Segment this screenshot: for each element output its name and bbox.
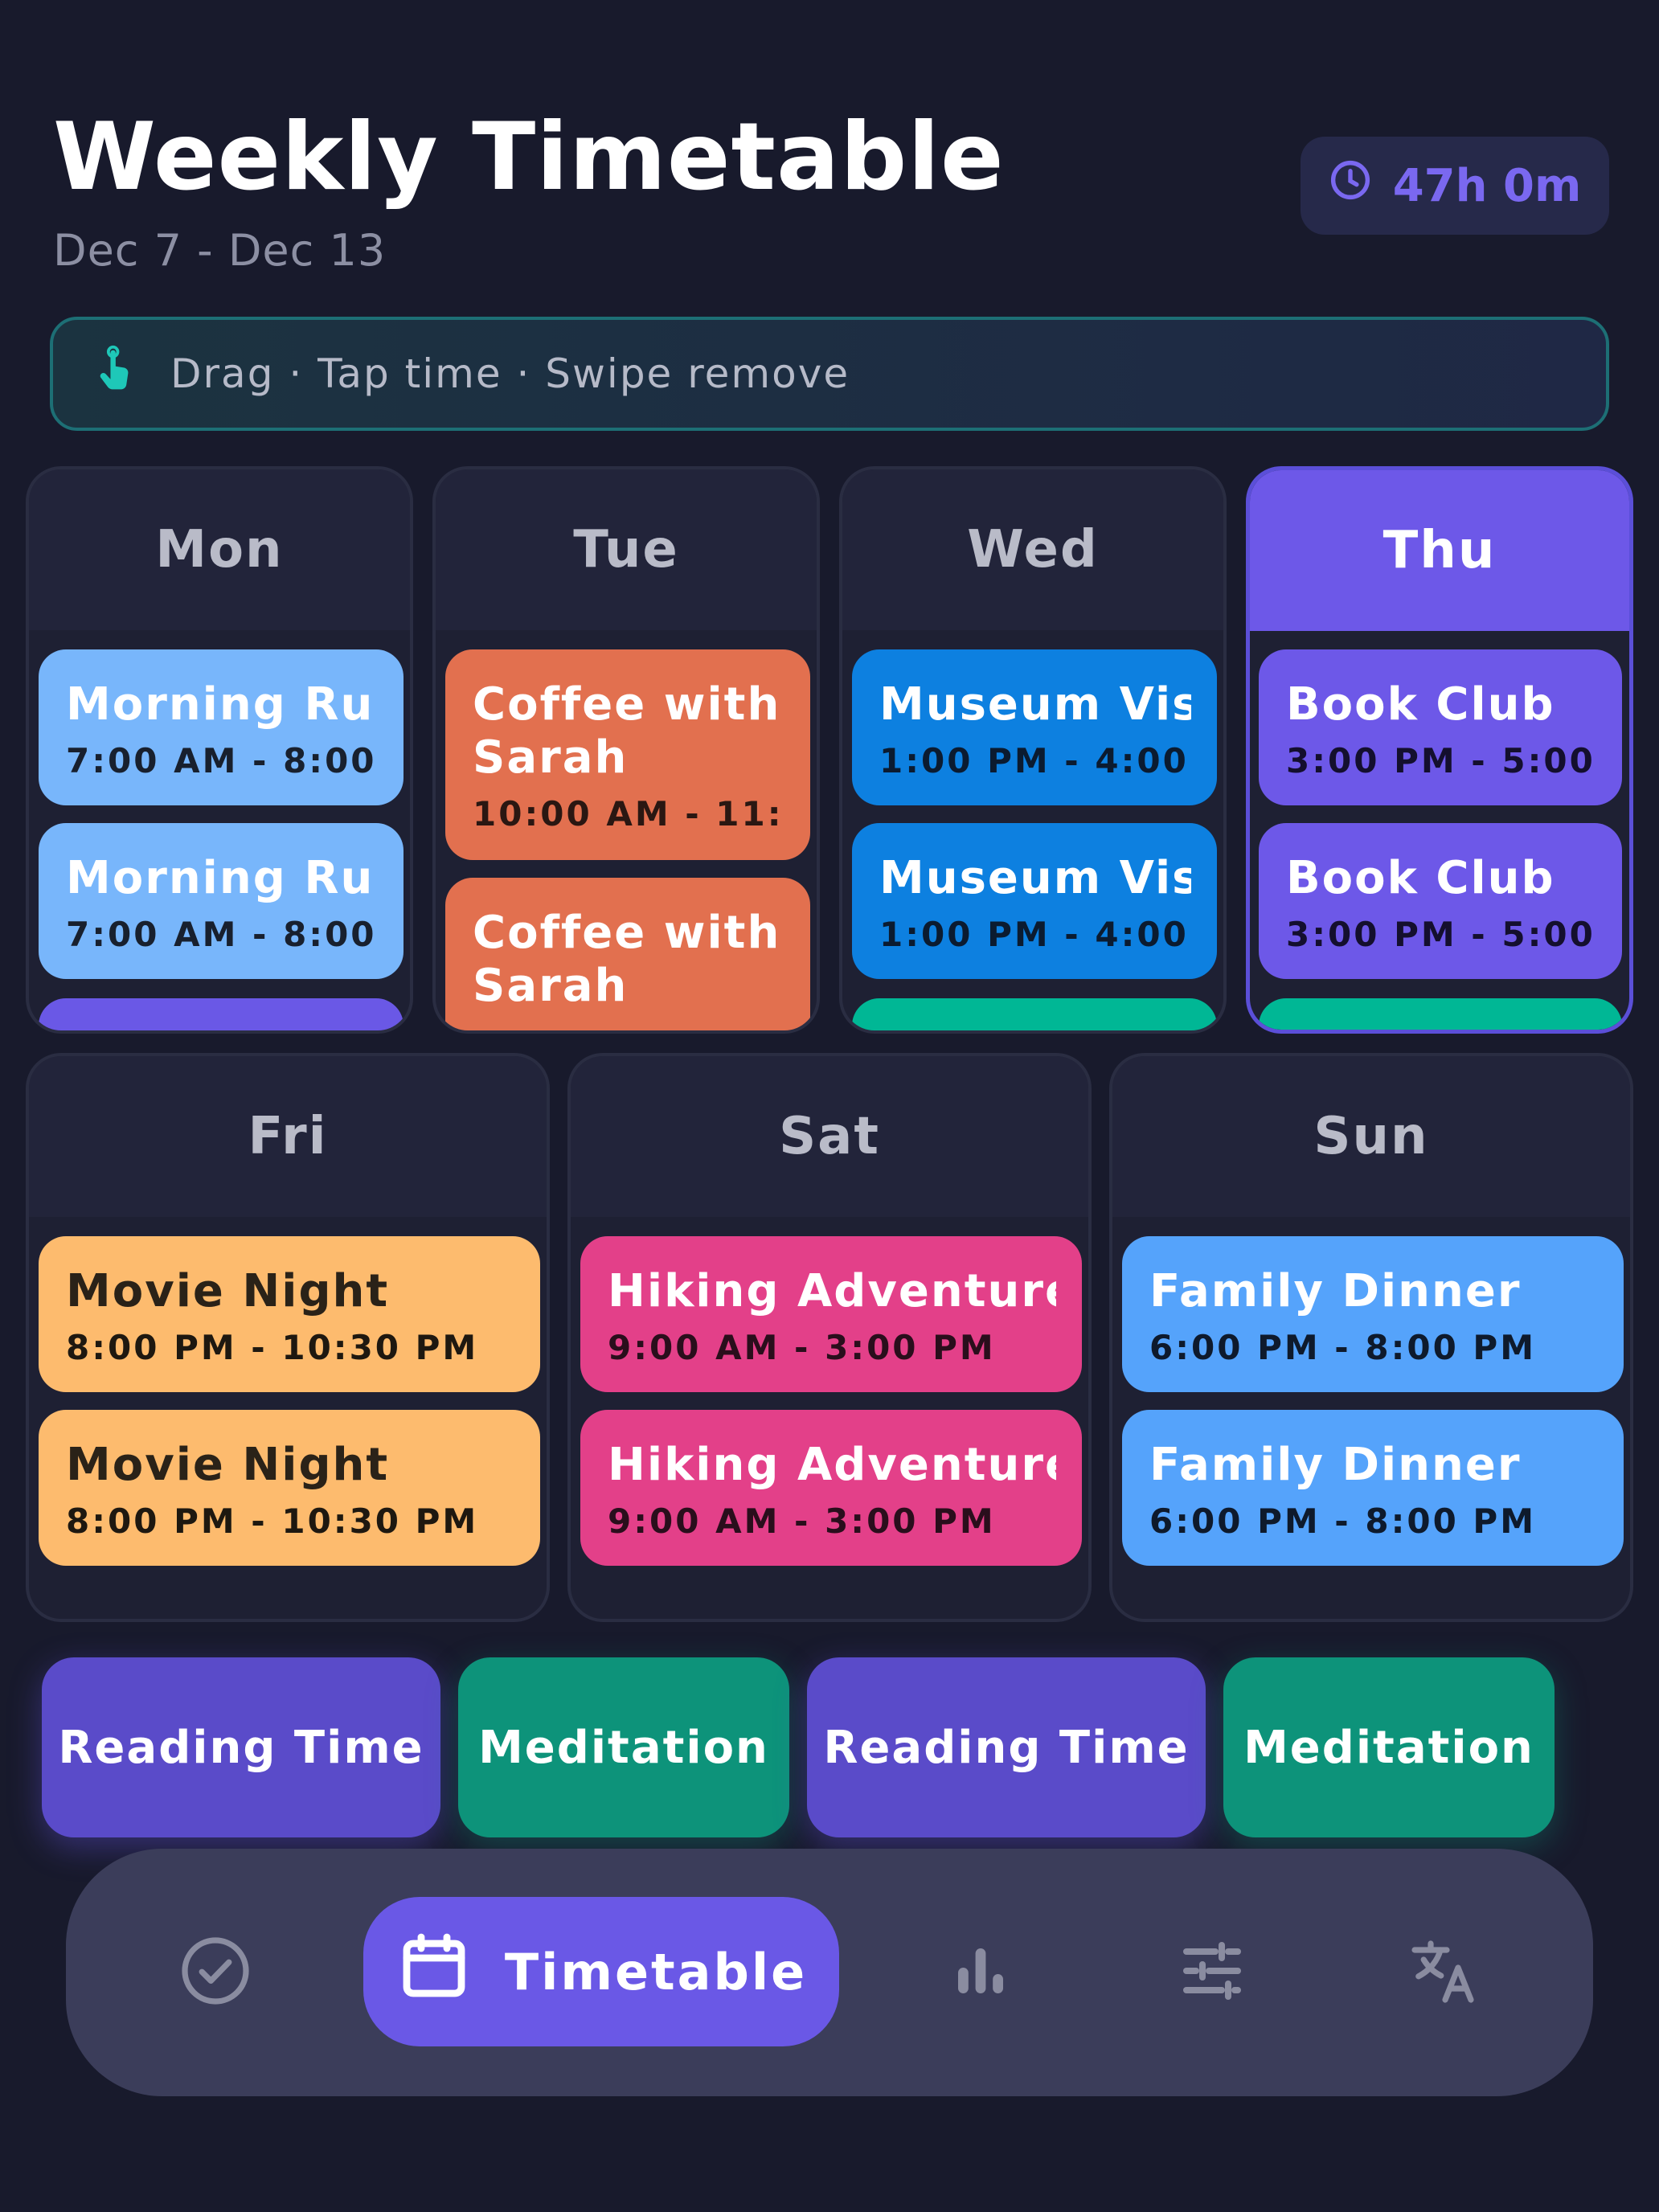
date-range: Dec 7 - Dec 13 (53, 225, 387, 276)
check-circle-icon (177, 1932, 254, 2013)
chip-label: Reading Time (823, 1721, 1190, 1774)
day-header-wed: Wed (842, 469, 1223, 630)
event-time: 7:00 AM - 8:00 ... (66, 741, 378, 780)
event-time: 10:00 AM - 11:3... (473, 794, 784, 834)
translate-icon (1405, 1932, 1482, 2013)
event-card-partial[interactable] (852, 998, 1217, 1030)
day-column-wed[interactable]: Wed Museum Visit 1:00 PM - 4:00 ... Muse… (839, 466, 1227, 1034)
event-title: Morning Run (66, 678, 378, 731)
tab-timetable-label: Timetable (504, 1942, 808, 2001)
tab-tasks[interactable] (177, 1934, 254, 2011)
chip-label: Reading Time (58, 1721, 424, 1774)
day-header-fri: Fri (29, 1056, 547, 1217)
event-title: Hiking Adventure (608, 1439, 1056, 1491)
day-column-tue[interactable]: Tue Coffee with Sarah 10:00 AM - 11:3...… (432, 466, 820, 1034)
event-title: Museum Visit (879, 678, 1191, 731)
event-title: Museum Visit (879, 852, 1191, 904)
bar-chart-icon (942, 1932, 1019, 2013)
event-title: Family Dinner (1149, 1439, 1522, 1491)
unscheduled-chip[interactable]: Meditation (1223, 1657, 1555, 1837)
chip-label: Meditation (478, 1721, 769, 1774)
day-header-sat: Sat (571, 1056, 1088, 1217)
event-card[interactable]: Family Dinner 6:00 PM - 8:00 PM (1122, 1410, 1624, 1566)
calendar-icon (395, 1927, 473, 2017)
event-time: 9:00 AM - 3:00 PM (608, 1328, 996, 1367)
day-header-mon: Mon (29, 469, 410, 630)
event-card[interactable]: Coffee with Sarah (445, 878, 810, 1030)
day-column-sun[interactable]: Sun Family Dinner 6:00 PM - 8:00 PM Fami… (1109, 1053, 1633, 1622)
event-card[interactable]: Family Dinner 6:00 PM - 8:00 PM (1122, 1236, 1624, 1392)
clock-icon (1329, 158, 1372, 213)
event-card[interactable]: Book Club 3:00 PM - 5:00 ... (1259, 823, 1622, 979)
event-time: 1:00 PM - 4:00 ... (879, 741, 1191, 780)
total-time-value: 47h 0m (1392, 159, 1582, 212)
unscheduled-chip[interactable]: Reading Time (807, 1657, 1206, 1837)
day-column-thu[interactable]: Thu Book Club 3:00 PM - 5:00 ... Book Cl… (1246, 466, 1633, 1034)
event-time: 3:00 PM - 5:00 ... (1286, 915, 1596, 954)
event-time: 7:00 AM - 8:00 ... (66, 915, 378, 954)
event-time: 1:00 PM - 4:00 ... (879, 915, 1191, 954)
event-card[interactable]: Morning Run 7:00 AM - 8:00 ... (39, 823, 403, 979)
event-title: Book Club (1286, 852, 1555, 904)
tab-settings[interactable] (1174, 1934, 1251, 2011)
day-column-fri[interactable]: Fri Movie Night 8:00 PM - 10:30 PM Movie… (26, 1053, 550, 1622)
event-card[interactable]: Morning Run 7:00 AM - 8:00 ... (39, 649, 403, 805)
event-card[interactable]: Museum Visit 1:00 PM - 4:00 ... (852, 823, 1217, 979)
tab-stats[interactable] (942, 1934, 1019, 2011)
total-time-badge[interactable]: 47h 0m (1301, 137, 1609, 235)
day-column-sat[interactable]: Sat Hiking Adventure 9:00 AM - 3:00 PM H… (567, 1053, 1092, 1622)
event-time: 9:00 AM - 3:00 PM (608, 1501, 996, 1541)
bottom-tab-bar: Timetable (66, 1849, 1593, 2096)
day-header-tue: Tue (436, 469, 817, 630)
page-title: Weekly Timetable (53, 103, 1005, 211)
event-time: 8:00 PM - 10:30 PM (66, 1501, 479, 1541)
event-title: Family Dinner (1149, 1265, 1522, 1317)
event-card-partial[interactable] (1259, 998, 1622, 1030)
event-card[interactable]: Hiking Adventure 9:00 AM - 3:00 PM (580, 1236, 1082, 1392)
event-card[interactable]: Coffee with Sarah 10:00 AM - 11:3... (445, 649, 810, 860)
event-time: 6:00 PM - 8:00 PM (1149, 1328, 1537, 1367)
event-title: Movie Night (66, 1439, 390, 1491)
day-column-mon[interactable]: Mon Morning Run 7:00 AM - 8:00 ... Morni… (26, 466, 413, 1034)
event-time: 8:00 PM - 10:30 PM (66, 1328, 479, 1367)
event-time: 3:00 PM - 5:00 ... (1286, 741, 1596, 780)
event-title: Book Club (1286, 678, 1555, 731)
hint-text: Drag · Tap time · Swipe remove (170, 350, 850, 397)
event-title: Coffee with Sarah (473, 678, 781, 784)
tab-language[interactable] (1405, 1934, 1482, 2011)
day-header-sun: Sun (1112, 1056, 1630, 1217)
event-card-partial[interactable] (39, 998, 403, 1030)
tab-timetable[interactable]: Timetable (363, 1897, 839, 2046)
event-title: Movie Night (66, 1265, 390, 1317)
event-title: Hiking Adventure (608, 1265, 1056, 1317)
unscheduled-chip[interactable]: Reading Time (42, 1657, 440, 1837)
tap-hand-icon (92, 343, 143, 404)
event-card[interactable]: Book Club 3:00 PM - 5:00 ... (1259, 649, 1622, 805)
gesture-hint-banner: Drag · Tap time · Swipe remove (50, 317, 1609, 431)
day-header-thu: Thu (1250, 470, 1629, 631)
event-card[interactable]: Hiking Adventure 9:00 AM - 3:00 PM (580, 1410, 1082, 1566)
unscheduled-chip[interactable]: Meditation (458, 1657, 789, 1837)
sliders-icon (1174, 1932, 1251, 2013)
event-time: 6:00 PM - 8:00 PM (1149, 1501, 1537, 1541)
event-card[interactable]: Movie Night 8:00 PM - 10:30 PM (39, 1236, 540, 1392)
event-card[interactable]: Museum Visit 1:00 PM - 4:00 ... (852, 649, 1217, 805)
chip-label: Meditation (1243, 1721, 1534, 1774)
event-title: Coffee with Sarah (473, 907, 781, 1012)
timetable-screen: Weekly Timetable Dec 7 - Dec 13 47h 0m D… (0, 0, 1659, 2212)
event-card[interactable]: Movie Night 8:00 PM - 10:30 PM (39, 1410, 540, 1566)
event-title: Morning Run (66, 852, 378, 904)
